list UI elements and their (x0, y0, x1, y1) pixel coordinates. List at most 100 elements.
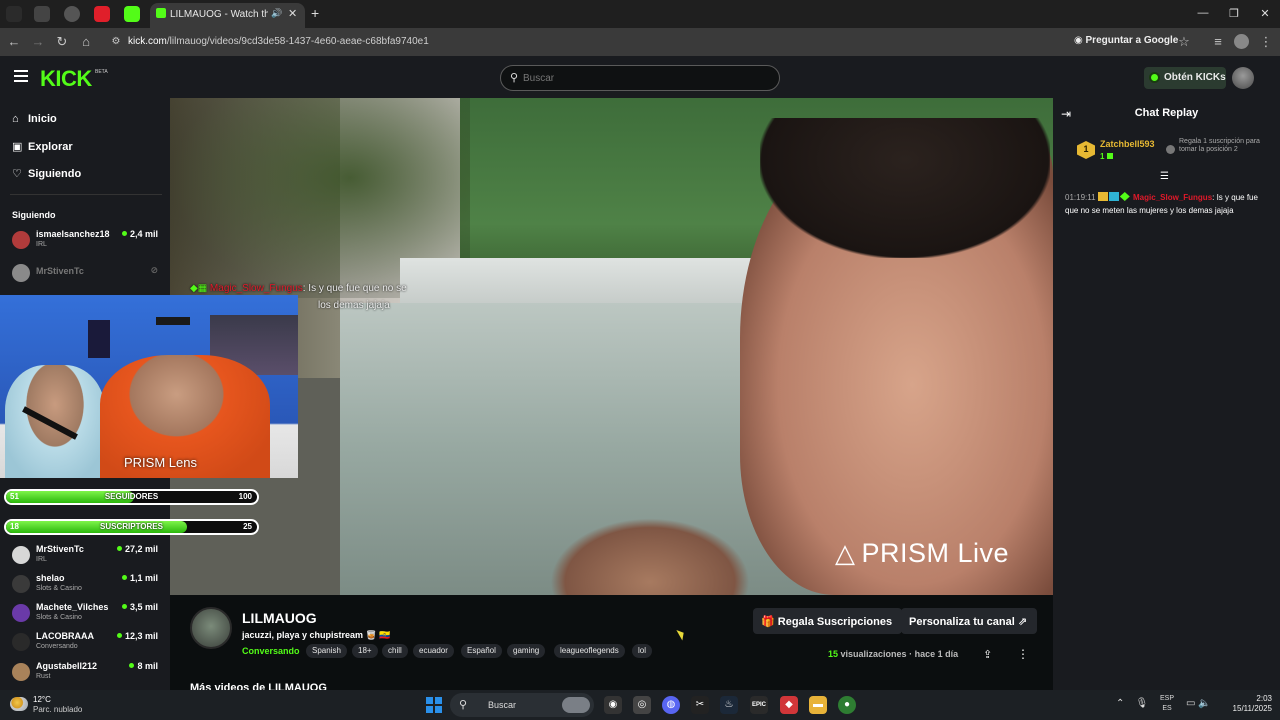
youtube-tab-icon[interactable] (94, 6, 110, 22)
tag[interactable]: chill (382, 644, 408, 658)
crown-badge-icon (1097, 192, 1108, 201)
tab-search-icon[interactable] (6, 6, 22, 22)
divider (10, 194, 162, 195)
active-tab[interactable]: LILMAUOG - Watch the VO 🔊 ✕ (150, 3, 305, 28)
search-box[interactable]: ⚲ (500, 65, 780, 91)
taskbar-search[interactable]: ⚲ Buscar (450, 693, 594, 717)
live-dot-icon (116, 546, 122, 551)
following-item[interactable]: MrStivenTc IRL 27,2 mil (12, 544, 162, 570)
chrome-icon[interactable]: ● (838, 696, 856, 714)
search-icon: ⚲ (459, 699, 468, 711)
clock[interactable]: 2:03 15/11/2025 (1224, 694, 1272, 714)
language-indicator[interactable]: ESP ES (1160, 694, 1174, 714)
riot-icon[interactable]: ◆ (780, 696, 798, 714)
weather-icon[interactable] (10, 697, 28, 711)
steam-icon[interactable]: ♨ (720, 696, 738, 714)
share-icon[interactable]: ⇪ (983, 648, 992, 661)
gift-subscriptions-button[interactable]: 🎁 Regala Suscripciones (753, 608, 903, 634)
media-control-icon[interactable]: ≡ (1210, 34, 1226, 49)
customize-channel-button[interactable]: Personaliza tu canal ⇗ (901, 608, 1038, 634)
following-item[interactable]: Agustabell212 Rust 8 mil (12, 661, 162, 687)
get-kicks-button[interactable]: Obtén KICKs (1144, 67, 1226, 89)
top-gifter-name[interactable]: Zatchbell593 (1100, 139, 1155, 149)
external-link-icon: ⇗ (1014, 616, 1028, 628)
home-icon: ⌂ (12, 113, 19, 125)
browser-menu-icon[interactable]: ⋮ (1258, 34, 1274, 50)
offline-icon: ⊘ (150, 265, 158, 275)
speaker-icon[interactable]: 🔊 (271, 8, 282, 19)
avatar (12, 546, 30, 564)
following-item[interactable]: shelao Slots & Casino 1,1 mil (12, 573, 162, 599)
discord-icon[interactable]: ◍ (662, 696, 680, 714)
channel-avatar[interactable] (190, 607, 232, 649)
tag[interactable]: Spanish (306, 644, 347, 658)
tag[interactable]: ecuador (413, 644, 454, 658)
live-dot-icon (121, 575, 127, 580)
windows-taskbar: 12°C Parc. nublado ⚲ Buscar ◉ ◎ ◍ ✂ ♨ EP… (0, 690, 1280, 720)
tag[interactable]: Español (461, 644, 502, 658)
sidebar-item-explorar[interactable]: ▣ Explorar (12, 140, 73, 153)
stream-category[interactable]: Conversando (242, 646, 300, 656)
more-options-icon[interactable]: ⋮ (1017, 647, 1029, 661)
following-item[interactable]: LACOBRAAA Conversando 12,3 mil (12, 631, 162, 657)
forward-icon[interactable]: → (30, 34, 46, 49)
file-explorer-icon[interactable]: ▬ (809, 696, 827, 714)
back-icon[interactable]: ← (6, 34, 22, 49)
kick-tab-icon[interactable] (124, 6, 140, 22)
channel-name[interactable]: LILMAUOG (242, 610, 317, 626)
url-field[interactable]: kick.com/lilmauog/videos/9cd3de58-1437-4… (128, 36, 429, 47)
tag[interactable]: gaming (507, 644, 546, 658)
site-header: KICK BETA ⚲ Obtén KICKs (0, 56, 1280, 98)
reload-icon[interactable]: ↻ (54, 34, 70, 50)
weather-description: Parc. nublado (33, 705, 83, 714)
avatar (12, 663, 30, 681)
site-info-icon[interactable]: ⚙ (108, 36, 124, 47)
gift-icon: 🎁 (761, 616, 778, 628)
avatar (12, 264, 30, 282)
following-item[interactable]: MrStivenTc ⊘ (12, 262, 162, 288)
tab-icon[interactable] (64, 6, 80, 22)
following-item[interactable]: ismaelsanchez18 IRL 2,4 mil (12, 229, 162, 255)
shelf (156, 317, 190, 325)
sidebar-item-siguiendo[interactable]: ♡ Siguiendo (12, 167, 81, 180)
search-icon: ⚲ (510, 72, 519, 84)
tag[interactable]: leagueoflegends (554, 644, 625, 658)
windows-start-icon[interactable] (426, 697, 442, 713)
obs-icon[interactable]: ◉ (604, 696, 622, 714)
close-tab-icon[interactable]: ✕ (288, 7, 297, 20)
menu-icon[interactable] (14, 70, 28, 82)
prism-live-watermark: △ PRISM Live (835, 538, 1010, 568)
home-icon[interactable]: ⌂ (78, 34, 94, 49)
profile-avatar[interactable] (1234, 34, 1249, 49)
epic-games-icon[interactable]: EPIC (750, 696, 768, 714)
beta-label: BETA (95, 69, 108, 75)
gift-prompt[interactable]: Regala 1 suscripción para tomar la posic… (1179, 138, 1274, 154)
collapse-chat-icon[interactable]: ⇥ (1061, 107, 1071, 121)
capcut-icon[interactable]: ✂ (691, 696, 709, 714)
kick-logo[interactable]: KICK (40, 66, 92, 92)
network-volume-icons[interactable]: ▭ 🔈 (1186, 698, 1211, 709)
gift-icon (1166, 145, 1175, 154)
following-item[interactable]: Machete_Vilches Slots & Casino 3,5 mil (12, 602, 162, 628)
channel-info: LILMAUOG jacuzzi, playa y chupistream 🥃 … (170, 595, 1053, 694)
system-tray[interactable]: ⌃ 🎙 (1116, 698, 1148, 709)
minimize-icon[interactable]: — (1193, 7, 1213, 19)
sidebar-item-inicio[interactable]: ⌂ Inicio (12, 113, 57, 125)
app-icon[interactable]: ◎ (633, 696, 651, 714)
restore-icon[interactable]: ❐ (1224, 7, 1244, 20)
tag[interactable]: lol (632, 644, 653, 658)
stream-title: jacuzzi, playa y chupistream 🥃 🇪🇨 (242, 630, 391, 640)
subscribers-goal-bar: 18 SUSCRIPTORES 25 (4, 519, 259, 535)
tab-icon[interactable] (34, 6, 50, 22)
bookmark-star-icon[interactable]: ☆ (1176, 34, 1192, 50)
tag[interactable]: 18+ (352, 644, 378, 658)
user-avatar[interactable] (1232, 67, 1254, 89)
video-player[interactable]: ◆▦ Magic_Slow_Fungus: Is y que fue que n… (170, 98, 1053, 595)
new-tab-icon[interactable]: + (311, 5, 319, 21)
chat-filter-icon[interactable]: ☰ (1160, 171, 1169, 182)
close-window-icon[interactable]: ✕ (1255, 7, 1275, 20)
prism-lens-watermark: PRISM Lens (124, 455, 197, 470)
webcam-overlay: PRISM Lens (0, 295, 298, 478)
search-input[interactable] (523, 70, 763, 86)
ask-google-button[interactable]: ◉ Preguntar a Google (1068, 32, 1184, 52)
